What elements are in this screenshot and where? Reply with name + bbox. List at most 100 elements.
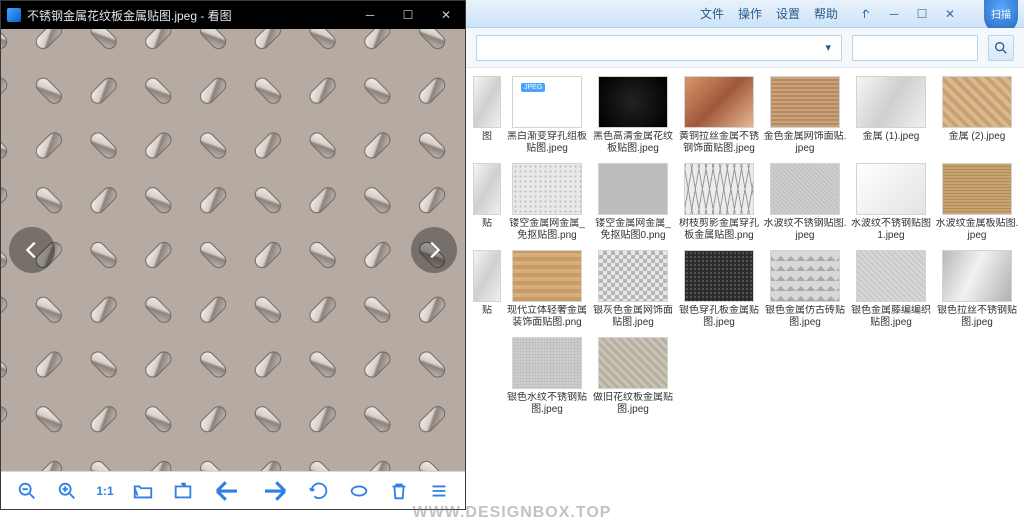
- prev-image-button[interactable]: [9, 227, 55, 273]
- file-thumbnail: [598, 76, 668, 128]
- file-item[interactable]: 银色拉丝不锈钢贴图.jpeg: [935, 250, 1019, 329]
- file-caption: 镂空金属网金属_免抠贴图.png: [505, 218, 589, 242]
- breadcrumb-dropdown[interactable]: ▾: [821, 41, 835, 54]
- one-to-one-button[interactable]: 1:1: [96, 484, 113, 498]
- file-thumbnail: [942, 250, 1012, 302]
- toolbar-next-button[interactable]: [260, 476, 290, 506]
- shield-label: 扫描: [991, 6, 1011, 21]
- trash-icon: [388, 480, 410, 502]
- chevron-down-icon: [860, 8, 872, 20]
- folder-open-icon: [132, 480, 154, 502]
- file-caption: 黑色高清金属花纹板贴图.jpeg: [591, 131, 675, 155]
- file-item[interactable]: 黄铜拉丝金属不锈钢饰面贴图.jpeg: [677, 76, 761, 155]
- file-item[interactable]: 镂空金属网金属_免抠贴图.png: [505, 163, 589, 242]
- file-caption: 银色穿孔板金属贴图.jpeg: [677, 305, 761, 329]
- more-button[interactable]: [428, 480, 450, 502]
- file-thumbnail: [684, 250, 754, 302]
- maximize-button[interactable]: ☐: [389, 1, 427, 29]
- file-explorer-window: 文件 操作 设置 帮助 ─ ☐ ✕ 扫描 ▾ 图黑白渐变穿孔组板贴图.jpeg黑: [466, 0, 1024, 524]
- file-item[interactable]: 银色金属仿古砖贴图.jpeg: [763, 250, 847, 329]
- explorer-close-button[interactable]: ✕: [936, 3, 964, 25]
- file-caption: 银色拉丝不锈钢贴图.jpeg: [935, 305, 1019, 329]
- fullscreen-icon: [172, 480, 194, 502]
- search-button[interactable]: [988, 35, 1014, 61]
- file-caption: 树枝剪影金属穿孔板金属贴图.png: [677, 218, 761, 242]
- search-box[interactable]: [852, 35, 978, 61]
- file-item[interactable]: 镂空金属网金属_免抠贴图0.png: [591, 163, 675, 242]
- file-item[interactable]: [471, 337, 503, 416]
- file-item[interactable]: 黑色高清金属花纹板贴图.jpeg: [591, 76, 675, 155]
- file-item[interactable]: 树枝剪影金属穿孔板金属贴图.png: [677, 163, 761, 242]
- file-caption: 银色水纹不锈钢贴图.jpeg: [505, 392, 589, 416]
- file-item[interactable]: 水波纹不锈钢贴图1.jpeg: [849, 163, 933, 242]
- menu-action[interactable]: 操作: [738, 5, 762, 22]
- zoom-in-icon: [56, 480, 78, 502]
- chevron-left-icon: [21, 239, 43, 261]
- rotate-button[interactable]: [308, 480, 330, 502]
- file-thumbnail: [856, 250, 926, 302]
- menu-settings[interactable]: 设置: [776, 5, 800, 22]
- explorer-minimize-button[interactable]: ─: [880, 3, 908, 25]
- file-item[interactable]: 水波纹金属板贴图.jpeg: [935, 163, 1019, 242]
- toolbar-prev-button[interactable]: [212, 476, 242, 506]
- file-thumbnail: [856, 76, 926, 128]
- menu-file[interactable]: 文件: [700, 5, 724, 22]
- file-caption: 图: [471, 131, 503, 155]
- file-thumbnail: [473, 163, 501, 215]
- search-icon: [993, 40, 1009, 56]
- dropdown-button[interactable]: [852, 3, 880, 25]
- file-thumbnail: [942, 163, 1012, 215]
- file-thumbnail: [598, 163, 668, 215]
- file-thumbnail: [770, 76, 840, 128]
- fullscreen-button[interactable]: [172, 480, 194, 502]
- search-input[interactable]: [859, 42, 971, 54]
- file-item[interactable]: 银色金属藤编编织贴图.jpeg: [849, 250, 933, 329]
- file-thumbnail: [512, 163, 582, 215]
- explorer-maximize-button[interactable]: ☐: [908, 3, 936, 25]
- file-thumbnail: [512, 76, 582, 128]
- file-item[interactable]: 现代立体轻奢金属装饰面贴图.png: [505, 250, 589, 329]
- file-caption: 现代立体轻奢金属装饰面贴图.png: [505, 305, 589, 329]
- zoom-out-button[interactable]: [16, 480, 38, 502]
- file-caption: 金色金属网饰面贴.jpeg: [763, 131, 847, 155]
- zoom-in-button[interactable]: [56, 480, 78, 502]
- file-thumbnail: [598, 250, 668, 302]
- menu-icon: [428, 480, 450, 502]
- file-item[interactable]: 黑白渐变穿孔组板贴图.jpeg: [505, 76, 589, 155]
- file-item[interactable]: 金色金属网饰面贴.jpeg: [763, 76, 847, 155]
- arrow-left-icon: [212, 476, 242, 506]
- file-caption: 银灰色金属网饰面贴图.jpeg: [591, 305, 675, 329]
- open-button[interactable]: [132, 480, 154, 502]
- arrow-right-icon: [260, 476, 290, 506]
- breadcrumb[interactable]: ▾: [476, 35, 842, 61]
- file-caption: 金属 (1).jpeg: [849, 131, 933, 155]
- file-item[interactable]: 金属 (2).jpeg: [935, 76, 1019, 155]
- minimize-button[interactable]: ─: [351, 1, 389, 29]
- file-thumbnail: [512, 337, 582, 389]
- next-image-button[interactable]: [411, 227, 457, 273]
- image-canvas[interactable]: [1, 29, 465, 471]
- menu-help[interactable]: 帮助: [814, 5, 838, 22]
- file-item[interactable]: 贴: [471, 163, 503, 242]
- file-caption: [471, 337, 503, 361]
- file-item[interactable]: 银色水纹不锈钢贴图.jpeg: [505, 337, 589, 416]
- file-caption: 黄铜拉丝金属不锈钢饰面贴图.jpeg: [677, 131, 761, 155]
- file-item[interactable]: 金属 (1).jpeg: [849, 76, 933, 155]
- file-caption: 做旧花纹板金属贴图.jpeg: [591, 392, 675, 416]
- file-item[interactable]: 做旧花纹板金属贴图.jpeg: [591, 337, 675, 416]
- file-item[interactable]: 图: [471, 76, 503, 155]
- file-item[interactable]: 贴: [471, 250, 503, 329]
- file-thumbnail: [770, 250, 840, 302]
- close-button[interactable]: ✕: [427, 1, 465, 29]
- file-item[interactable]: 银色穿孔板金属贴图.jpeg: [677, 250, 761, 329]
- image-viewer-window: 不锈钢金属花纹板金属贴图.jpeg - 看图 ─ ☐ ✕: [0, 0, 466, 510]
- file-thumbnail: [512, 250, 582, 302]
- delete-button[interactable]: [388, 480, 410, 502]
- file-item[interactable]: 水波纹不锈钢贴图.jpeg: [763, 163, 847, 242]
- file-caption: 贴: [471, 305, 503, 329]
- file-item[interactable]: 银灰色金属网饰面贴图.jpeg: [591, 250, 675, 329]
- file-caption: 银色金属藤编编织贴图.jpeg: [849, 305, 933, 329]
- chevron-right-icon: [423, 239, 445, 261]
- loop-button[interactable]: [348, 480, 370, 502]
- viewer-toolbar: 1:1: [1, 471, 465, 509]
